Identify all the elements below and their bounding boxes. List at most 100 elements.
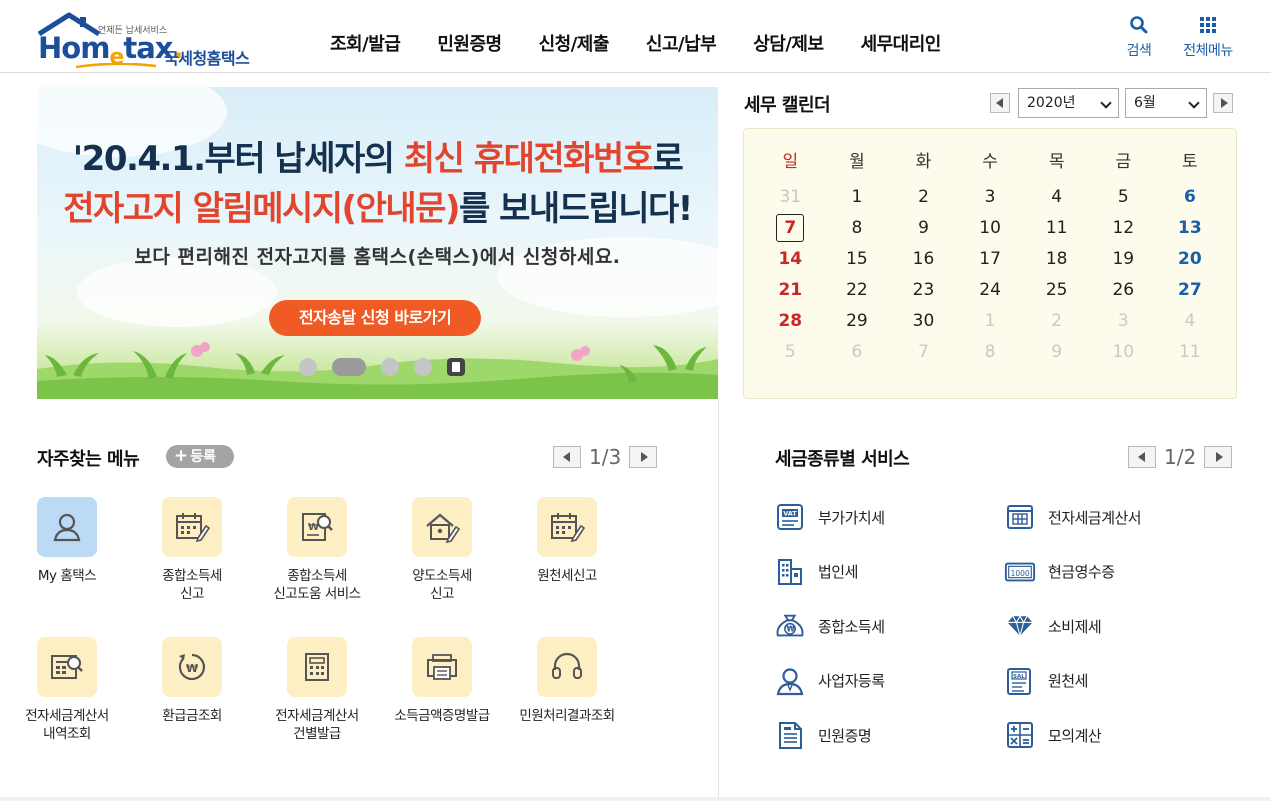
- calendar-day[interactable]: 29: [824, 311, 891, 342]
- calendar-day[interactable]: 17: [957, 249, 1024, 280]
- calendar-day[interactable]: 18: [1023, 249, 1090, 280]
- calendar-day[interactable]: 27: [1157, 280, 1224, 311]
- promo-banner[interactable]: '20.4.1.부터 납세자의 최신 휴대전화번호로 전자고지 알림메시지(안내…: [37, 87, 718, 399]
- tax-prev-button[interactable]: [1128, 446, 1156, 468]
- tax-next-button[interactable]: [1204, 446, 1233, 468]
- calendar-day[interactable]: 8: [824, 218, 891, 249]
- slide-dot[interactable]: [414, 358, 432, 376]
- calendar-day[interactable]: 26: [1090, 280, 1157, 311]
- calendar-day[interactable]: 9: [890, 218, 957, 249]
- nav-consult-report[interactable]: 상담/제보: [753, 30, 824, 56]
- calendar-day[interactable]: 20: [1157, 249, 1224, 280]
- calendar-day[interactable]: 19: [1090, 249, 1157, 280]
- calendar-day-number: 30: [912, 311, 935, 331]
- calendar-day-number: 20: [1178, 249, 1202, 269]
- search-button[interactable]: 검색: [1119, 14, 1159, 60]
- logo-swoosh-icon: [76, 63, 156, 69]
- year-value: 2020년: [1027, 95, 1076, 111]
- logo-wordmark: Hometax.: [38, 31, 184, 70]
- calendar-day-number: 31: [779, 187, 802, 207]
- year-select[interactable]: 2020년: [1018, 88, 1119, 118]
- calendar-day-other-month[interactable]: 11: [1157, 342, 1224, 373]
- nav-application-submit[interactable]: 신청/제출: [539, 30, 610, 56]
- nav-report-payment[interactable]: 신고/납부: [646, 30, 717, 56]
- calendar-day[interactable]: 6: [1157, 187, 1224, 218]
- calendar-day[interactable]: 4: [1023, 187, 1090, 218]
- favorite-menu-item[interactable]: 양도소득세 신고: [380, 497, 504, 603]
- favorites-prev-button[interactable]: [553, 446, 581, 468]
- tax-service-item[interactable]: 전자세금계산서: [1004, 501, 1142, 533]
- all-menu-button[interactable]: 전체메뉴: [1172, 14, 1244, 60]
- tax-service-item[interactable]: 모의계산: [1004, 719, 1102, 751]
- tax-service-item[interactable]: 소비제세: [1004, 610, 1102, 642]
- tax-service-item[interactable]: VAT 부가가치세: [774, 501, 885, 533]
- hometax-logo[interactable]: 언제든 납세서비스 Hometax. 국세청홈택스: [36, 12, 266, 70]
- calendar-day[interactable]: 15: [824, 249, 891, 280]
- favorites-next-button[interactable]: [629, 446, 658, 468]
- calendar-day[interactable]: 16: [890, 249, 957, 280]
- next-month-button[interactable]: [1213, 93, 1233, 113]
- calendar-day[interactable]: 21: [757, 280, 824, 311]
- calendar-pen-icon: [162, 497, 222, 557]
- register-favorite-button[interactable]: + 등록: [166, 445, 234, 468]
- calendar-day-number: 11: [1179, 342, 1201, 362]
- favorite-menu-item[interactable]: 전자세금계산서 건별발급: [255, 637, 379, 743]
- calendar-day-other-month[interactable]: 9: [1023, 342, 1090, 373]
- calendar-day-other-month[interactable]: 4: [1157, 311, 1224, 342]
- calendar-day[interactable]: 22: [824, 280, 891, 311]
- nav-civil-certificate[interactable]: 민원증명: [437, 30, 502, 56]
- favorite-menu-item[interactable]: 전자세금계산서 내역조회: [5, 637, 129, 743]
- calendar-day[interactable]: 23: [890, 280, 957, 311]
- tax-service-item[interactable]: SAL 원천세: [1004, 665, 1088, 697]
- calendar-day[interactable]: 28: [757, 311, 824, 342]
- favorite-menu-item[interactable]: ₩ 종합소득세 신고도움 서비스: [255, 497, 379, 603]
- calendar-day[interactable]: 10: [957, 218, 1024, 249]
- calendar-day-other-month[interactable]: 8: [957, 342, 1024, 373]
- tax-service-item[interactable]: 민원증명: [774, 719, 872, 751]
- calendar-day[interactable]: 2: [890, 187, 957, 218]
- calendar-day[interactable]: 24: [957, 280, 1024, 311]
- calendar-day-number: 16: [912, 249, 935, 269]
- favorite-menu-item[interactable]: My 홈택스: [5, 497, 129, 585]
- calendar-day-other-month[interactable]: 10: [1090, 342, 1157, 373]
- section-divider: [718, 399, 719, 801]
- nav-tax-agent[interactable]: 세무대리인: [861, 30, 942, 56]
- favorite-menu-label: 환급금조회: [162, 708, 222, 724]
- tax-service-item[interactable]: 1000 현금영수증: [1004, 556, 1115, 588]
- calendar-day-other-month[interactable]: 3: [1090, 311, 1157, 342]
- slide-dot[interactable]: [299, 358, 317, 376]
- calendar-day[interactable]: 1: [824, 187, 891, 218]
- calendar-day-other-month[interactable]: 7: [890, 342, 957, 373]
- favorite-menu-item[interactable]: 종합소득세 신고: [130, 497, 254, 603]
- all-menu-label: 전체메뉴: [1183, 43, 1233, 59]
- tax-service-item[interactable]: 사업자등록: [774, 665, 885, 697]
- calendar-day-other-month[interactable]: 2: [1023, 311, 1090, 342]
- calendar-day[interactable]: 11: [1023, 218, 1090, 249]
- favorite-menu-item[interactable]: 민원처리결과조회: [505, 637, 629, 725]
- calendar-day-today[interactable]: 7: [757, 214, 824, 249]
- pause-icon[interactable]: [447, 358, 465, 376]
- calendar-day-number: 19: [1112, 249, 1135, 269]
- calendar-day[interactable]: 14: [757, 249, 824, 280]
- tax-service-item[interactable]: 법인세: [774, 556, 858, 588]
- calendar-day-other-month[interactable]: 1: [957, 311, 1024, 342]
- calendar-day-other-month[interactable]: 5: [757, 342, 824, 373]
- tax-service-item[interactable]: ₩ 종합소득세: [774, 610, 885, 642]
- calendar-day[interactable]: 12: [1090, 218, 1157, 249]
- month-select[interactable]: 6월: [1125, 88, 1207, 118]
- calendar-day-other-month[interactable]: 6: [824, 342, 891, 373]
- slide-dot-active[interactable]: [332, 358, 366, 376]
- slide-dot[interactable]: [381, 358, 399, 376]
- calendar-day[interactable]: 5: [1090, 187, 1157, 218]
- favorite-menu-item[interactable]: 소득금액증명발급: [380, 637, 504, 725]
- calendar-day-number: 3: [984, 187, 996, 207]
- calendar-day[interactable]: 13: [1157, 218, 1224, 249]
- calendar-day[interactable]: 30: [890, 311, 957, 342]
- calendar-day[interactable]: 25: [1023, 280, 1090, 311]
- prev-month-button[interactable]: [990, 93, 1010, 113]
- calendar-day[interactable]: 3: [957, 187, 1024, 218]
- favorite-menu-item[interactable]: 원천세신고: [505, 497, 629, 585]
- favorite-menu-item[interactable]: ₩ 환급금조회: [130, 637, 254, 725]
- nav-inquiry-issue[interactable]: 조회/발급: [330, 30, 401, 56]
- vat-icon: VAT: [774, 501, 806, 533]
